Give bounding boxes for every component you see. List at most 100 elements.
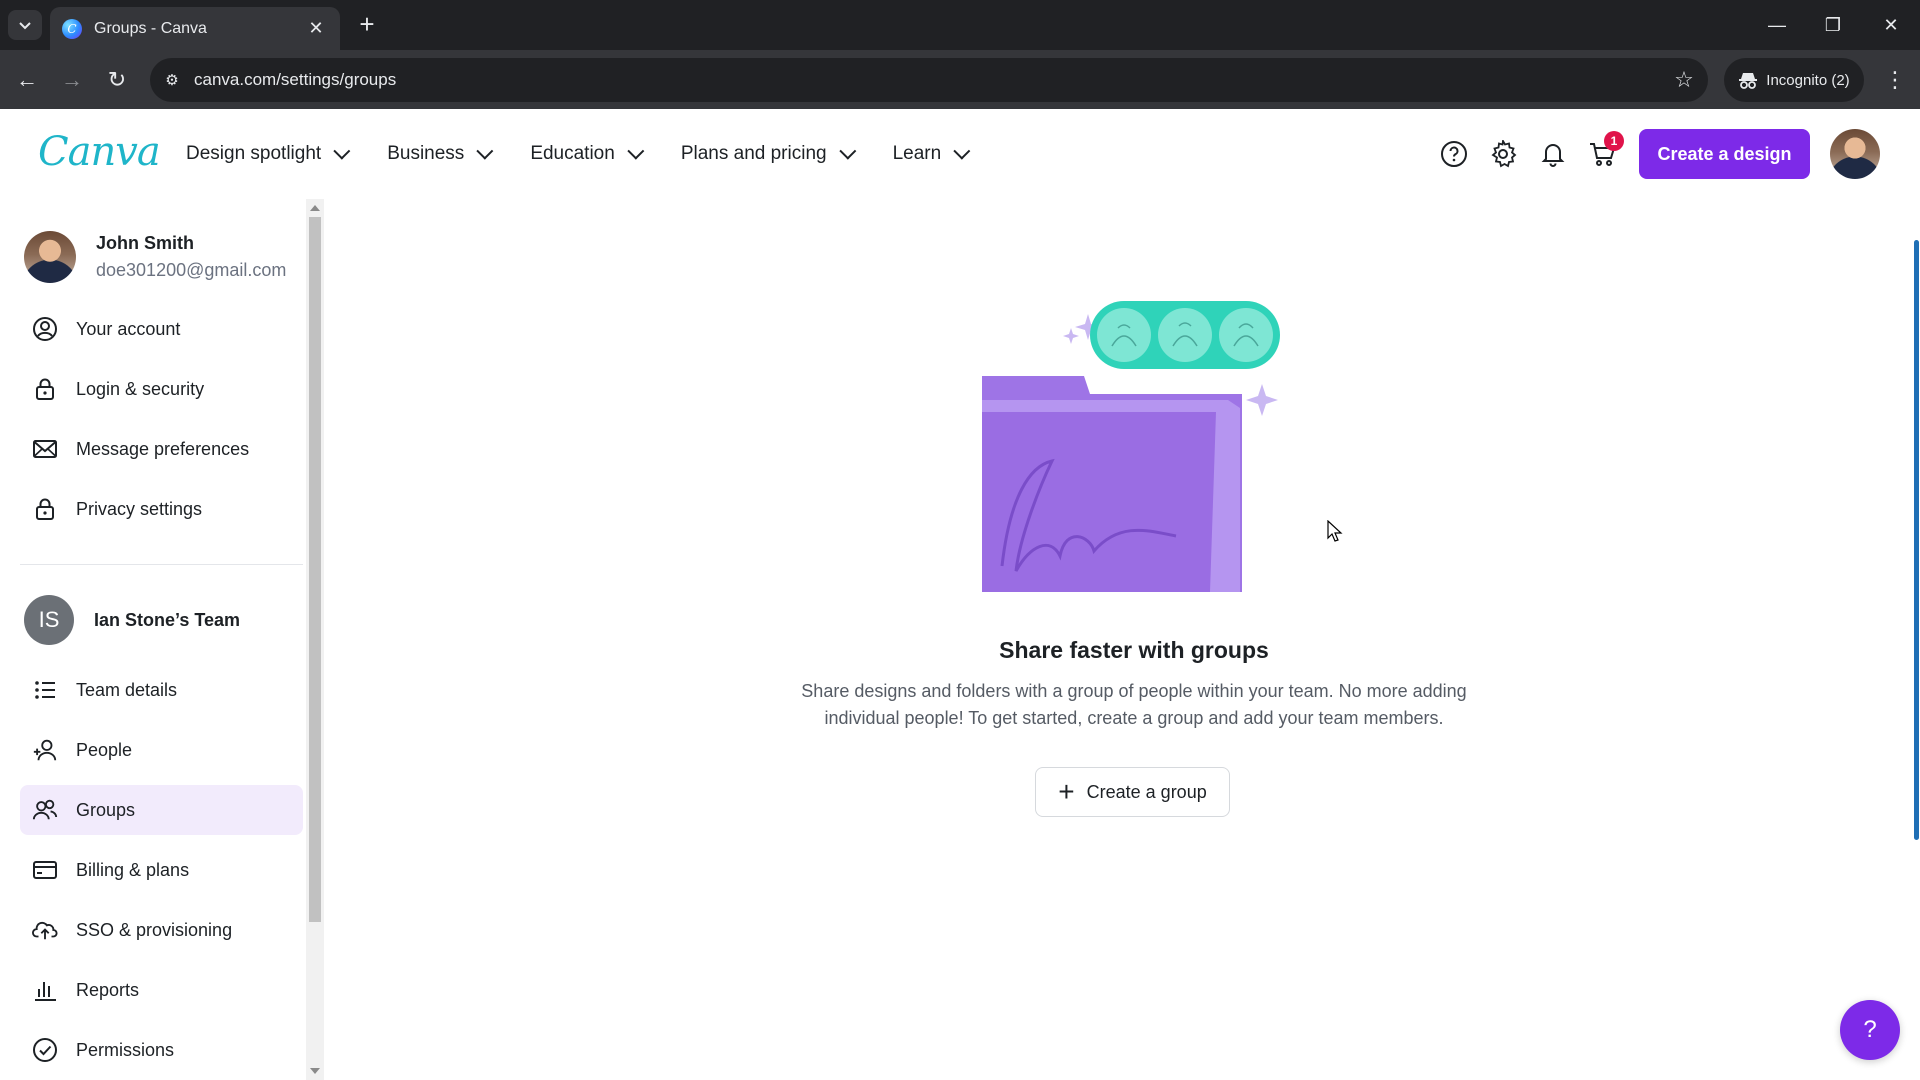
canva-header: Canva Design spotlight Business Educatio… [0,109,1920,199]
nav-label: Plans and pricing [680,143,827,164]
canva-logo[interactable]: Canva [38,129,161,175]
back-button[interactable]: ← [10,63,44,97]
sidebar-item-label: Privacy settings [76,498,203,519]
url-text[interactable]: canva.com/settings/groups [194,70,1660,90]
user-profile: John Smith doe301200@gmail.com [24,231,286,283]
sidebar-item-label: Reports [76,979,140,1000]
empty-state-title: Share faster with groups [999,637,1269,663]
create-group-label: Create a group [1086,781,1207,802]
sidebar-item-people[interactable]: People [20,725,303,775]
incognito-label: Incognito (2) [1766,71,1850,89]
chevron-down-icon [476,142,494,160]
sidebar-item-privacy-settings[interactable]: Privacy settings [20,484,303,534]
user-avatar [24,231,76,283]
cart-button[interactable]: 1 [1586,131,1624,171]
sidebar-item-groups[interactable]: Groups [20,785,303,835]
sidebar-item-reports[interactable]: Reports [20,965,303,1015]
nav-plans-and-pricing[interactable]: Plans and pricing [680,142,856,165]
bell-icon [1541,144,1565,167]
incognito-indicator[interactable]: Incognito (2) [1724,58,1864,102]
main-scrollbar[interactable] [1914,240,1919,840]
cart-count-badge: 1 [1604,131,1624,151]
tab-title: Groups - Canva [94,19,207,37]
browser-menu-icon[interactable]: ⋮ [1880,63,1910,97]
nav-label: Learn [892,143,942,164]
sidebar-item-label: Login & security [76,378,205,399]
scroll-up-arrow-icon[interactable] [310,205,320,211]
bar-chart-icon [32,977,58,1003]
credit-card-icon [32,857,58,883]
tab-strip: C Groups - Canva ✕ + — ❐ ✕ [0,0,1920,50]
nav-learn[interactable]: Learn [892,142,971,165]
sparkle-icon [1246,384,1278,416]
browser-chrome: C Groups - Canva ✕ + — ❐ ✕ ← → ↻ ⚙ canva… [0,0,1920,109]
chevron-down-icon [333,142,351,160]
sparkle-icon [1063,328,1079,344]
sidebar-item-permissions[interactable]: Permissions [20,1025,303,1075]
scrollbar-thumb[interactable] [309,217,321,922]
nav-label: Design spotlight [186,143,322,164]
help-fab-button[interactable]: ? [1840,1000,1900,1060]
mail-icon [32,436,58,462]
sidebar-item-login-security[interactable]: Login & security [20,364,303,414]
group-icon [32,797,58,823]
notifications-button[interactable] [1536,137,1570,171]
settings-button[interactable] [1486,137,1520,171]
canva-favicon-icon: C [62,18,82,39]
check-circle-icon [32,1037,58,1063]
chevron-down-icon [953,142,971,160]
nav-education[interactable]: Education [530,142,645,165]
sidebar-scrollbar[interactable] [306,199,324,1080]
sidebar-item-label: Permissions [76,1039,175,1060]
help-icon [1441,141,1467,167]
groups-folder-illustration [982,301,1280,592]
sidebar-item-team-details[interactable]: Team details [20,665,303,715]
scroll-down-arrow-icon[interactable] [310,1068,320,1074]
minimize-button[interactable]: — [1752,8,1802,42]
nav-label: Education [530,143,615,164]
restore-button[interactable]: ❐ [1808,8,1858,42]
tab-search-button[interactable] [8,10,42,40]
chevron-down-icon [19,22,31,30]
user-email: doe301200@gmail.com [96,260,287,280]
help-button[interactable] [1437,137,1471,171]
create-a-design-button[interactable]: Create a design [1639,129,1810,179]
sidebar-item-label: Team details [76,679,178,700]
sidebar-item-label: Groups [76,799,136,820]
sidebar-item-label: Message preferences [76,438,250,459]
avatar[interactable] [1830,129,1880,179]
reload-button[interactable]: ↻ [100,63,134,97]
nav-design-spotlight[interactable]: Design spotlight [186,142,351,165]
sidebar-item-label: People [76,739,133,760]
browser-tab[interactable]: C Groups - Canva ✕ [50,7,340,50]
add-person-icon [32,737,58,763]
sidebar-item-label: Billing & plans [76,859,190,880]
sidebar-item-sso-provisioning[interactable]: SSO & provisioning [20,905,303,955]
sidebar-item-message-preferences[interactable]: Message preferences [20,424,303,474]
team-avatar: IS [24,595,74,645]
sidebar-item-billing-plans[interactable]: Billing & plans [20,845,303,895]
cloud-upload-icon [32,917,58,943]
bookmark-star-icon[interactable]: ☆ [1660,67,1708,93]
description-line: individual people! To get started, creat… [824,708,1444,728]
address-bar[interactable]: ⚙ canva.com/settings/groups ☆ [150,58,1708,102]
main-nav: Design spotlight Business Education Plan… [186,109,1007,199]
settings-sidebar: John Smith doe301200@gmail.com Your acco… [0,199,306,1080]
create-group-button[interactable]: + Create a group [1035,767,1230,817]
user-name: John Smith [96,233,194,253]
close-tab-icon[interactable]: ✕ [304,18,328,39]
sidebar-divider [20,564,303,565]
empty-state-description: Share designs and folders with a group o… [724,678,1544,732]
description-line: Share designs and folders with a group o… [801,681,1467,701]
user-circle-icon [32,316,58,342]
nav-business[interactable]: Business [387,142,494,165]
new-tab-button[interactable]: + [352,10,382,40]
sidebar-item-your-account[interactable]: Your account [20,304,303,354]
nav-label: Business [387,143,465,164]
chevron-down-icon [627,142,645,160]
forward-button[interactable]: → [55,63,89,97]
team-header: IS Ian Stone’s Team [24,595,240,645]
gear-icon [1491,140,1517,168]
close-window-button[interactable]: ✕ [1866,8,1916,42]
site-settings-icon[interactable]: ⚙ [150,71,194,89]
